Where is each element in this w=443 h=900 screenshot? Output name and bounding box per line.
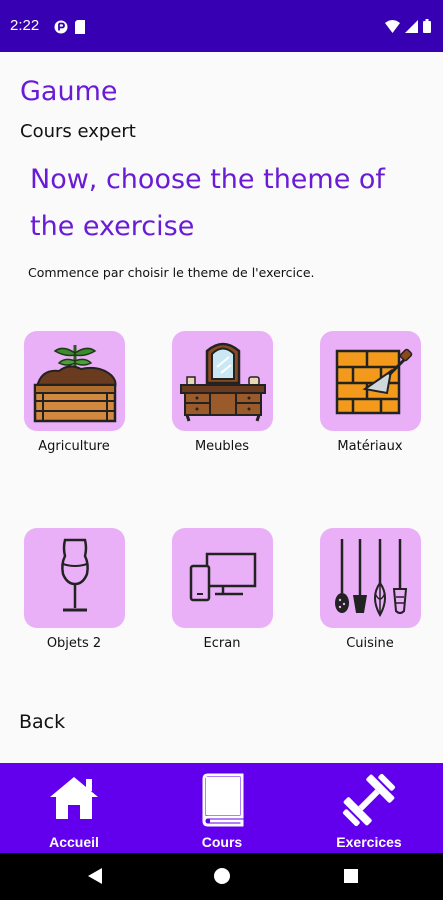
theme-card-materiaux[interactable]: Matériaux [310, 331, 421, 454]
nav-label: Exercices [336, 834, 402, 850]
devices-icon [183, 536, 263, 620]
bricks-trowel-icon [325, 333, 417, 429]
status-bar: 2:22 [0, 0, 443, 52]
theme-tile[interactable] [320, 528, 421, 628]
theme-label: Ecran [203, 636, 241, 651]
theme-label: Objets 2 [46, 636, 102, 651]
course-subtitle: Cours expert [20, 121, 136, 142]
status-time: 2:22 [10, 17, 40, 34]
bottom-nav: Accueil Cours Exercices [0, 763, 443, 853]
app-title: Gaume [20, 76, 118, 107]
planter-box-icon [29, 333, 121, 429]
nav-item-cours[interactable]: Cours [148, 763, 296, 853]
theme-tile[interactable] [24, 528, 125, 628]
nav-item-exercices[interactable]: Exercices [295, 763, 443, 853]
theme-card-cuisine[interactable]: Cuisine [310, 528, 421, 651]
nav-item-accueil[interactable]: Accueil [0, 763, 148, 853]
kitchen-utensils-icon [328, 533, 414, 623]
battery-icon [423, 18, 431, 37]
book-icon [198, 773, 246, 831]
back-triangle-icon[interactable] [86, 866, 104, 890]
wifi-icon [385, 18, 400, 37]
page-heading: Now, choose the theme of the exercise [30, 164, 385, 242]
nav-label: Cours [201, 834, 243, 850]
nav-label: Accueil [49, 834, 99, 850]
theme-card-meubles[interactable]: Meubles [162, 331, 273, 454]
recents-square-icon[interactable] [342, 866, 360, 890]
dresser-icon [177, 333, 269, 429]
dumbbell-icon [341, 773, 397, 831]
theme-tile[interactable] [172, 331, 273, 431]
theme-card-agriculture[interactable]: Agriculture [14, 331, 125, 454]
sim-icon [75, 19, 85, 38]
notification-icon [54, 19, 68, 38]
instruction-text: Commence par choisir le theme de l'exerc… [28, 265, 315, 280]
theme-tile[interactable] [320, 331, 421, 431]
wine-glass-icon [35, 536, 115, 620]
theme-label: Agriculture [38, 439, 110, 454]
theme-label: Matériaux [337, 439, 403, 454]
home-circle-icon[interactable] [212, 866, 232, 890]
theme-label: Cuisine [346, 636, 394, 651]
theme-tile[interactable] [172, 528, 273, 628]
system-nav-bar [0, 853, 443, 900]
theme-card-objets-2[interactable]: Objets 2 [14, 528, 125, 651]
theme-card-ecran[interactable]: Ecran [162, 528, 273, 651]
home-icon [48, 773, 100, 827]
back-button[interactable]: Back [19, 711, 65, 733]
theme-tile[interactable] [24, 331, 125, 431]
signal-icon [405, 18, 418, 37]
theme-label: Meubles [194, 439, 250, 454]
